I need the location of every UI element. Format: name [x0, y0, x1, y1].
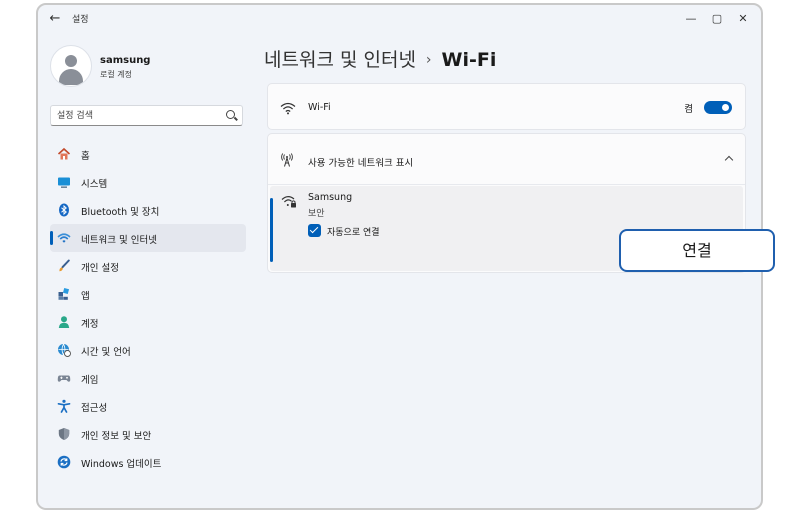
back-arrow-icon[interactable]: ← — [46, 10, 64, 28]
sidebar-item-label: 게임 — [81, 375, 99, 386]
chevron-up-icon[interactable] — [725, 154, 733, 162]
sidebar-item-accessibility[interactable]: 접근성 — [50, 392, 246, 420]
close-button[interactable]: ✕ — [731, 9, 755, 29]
wifi-label: Wi-Fi — [308, 102, 331, 113]
profile-account-type: 로컬 계정 — [100, 70, 132, 79]
minimize-button[interactable]: — — [679, 9, 703, 29]
title-bar: ← 설정 — ▢ ✕ — [38, 5, 761, 33]
sidebar-item-system[interactable]: 시스템 — [50, 168, 246, 196]
wifi-secured-icon — [281, 193, 297, 208]
search-box[interactable] — [50, 105, 243, 126]
breadcrumb-separator: › — [425, 52, 432, 68]
sidebar-item-label: 앱 — [81, 291, 90, 302]
home-icon — [57, 147, 71, 161]
connect-button[interactable]: 연결 — [619, 229, 775, 272]
accessibility-icon — [57, 399, 71, 413]
sidebar-item-label: 접근성 — [81, 403, 108, 414]
maximize-button[interactable]: ▢ — [705, 9, 729, 29]
sidebar-item-time-language[interactable]: 시간 및 언어 — [50, 336, 246, 364]
sidebar-item-label: 개인 정보 및 보안 — [81, 431, 152, 442]
sidebar-item-label: 네트워크 및 인터넷 — [81, 235, 157, 246]
sidebar-item-label: 계정 — [81, 319, 99, 330]
bluetooth-icon — [57, 203, 71, 217]
network-icon — [57, 231, 71, 245]
sidebar-item-apps[interactable]: 앱 — [50, 280, 246, 308]
wifi-toggle-switch[interactable] — [704, 101, 732, 114]
page-title: Wi-Fi — [441, 49, 497, 71]
sidebar-item-label: 홈 — [81, 151, 90, 162]
sidebar-nav: 홈 시스템 Bluetooth 및 장치 네트워크 및 인터넷 개인 설정 앱 … — [50, 140, 246, 476]
avatar-body — [59, 69, 83, 85]
search-input[interactable] — [57, 109, 217, 122]
sidebar-item-label: 시스템 — [81, 179, 108, 190]
avatar — [50, 45, 92, 87]
auto-connect-label[interactable]: 자동으로 연결 — [327, 225, 380, 238]
available-networks-header[interactable]: 사용 가능한 네트워크 표시 — [268, 134, 745, 185]
windows-update-icon — [57, 455, 71, 469]
breadcrumb-parent[interactable]: 네트워크 및 인터넷 — [264, 49, 416, 71]
toggle-knob — [722, 104, 729, 111]
sidebar-item-label: 개인 설정 — [81, 263, 119, 274]
wifi-toggle-card: Wi-Fi 켬 — [267, 83, 746, 130]
sidebar-item-gaming[interactable]: 게임 — [50, 364, 246, 392]
sidebar-item-privacy[interactable]: 개인 정보 및 보안 — [50, 420, 246, 448]
network-security: 보안 — [308, 209, 325, 219]
app-title: 설정 — [72, 15, 89, 25]
network-name: Samsung — [308, 192, 353, 203]
avatar-head — [65, 55, 77, 67]
system-icon — [57, 175, 71, 189]
sidebar-item-personalization[interactable]: 개인 설정 — [50, 252, 246, 280]
gaming-icon — [57, 371, 71, 385]
personalization-icon — [57, 259, 71, 273]
time-language-icon — [57, 343, 71, 357]
wifi-icon — [280, 100, 296, 115]
auto-connect-checkbox[interactable] — [308, 224, 321, 237]
available-networks-label: 사용 가능한 네트워크 표시 — [308, 158, 414, 169]
antenna-icon — [280, 152, 294, 167]
sidebar-item-label: Bluetooth 및 장치 — [81, 207, 160, 218]
privacy-icon — [57, 427, 71, 441]
accounts-icon — [57, 315, 71, 329]
sidebar-item-home[interactable]: 홈 — [50, 140, 246, 168]
sidebar-item-label: 시간 및 언어 — [81, 347, 131, 358]
sidebar-item-accounts[interactable]: 계정 — [50, 308, 246, 336]
apps-icon — [57, 287, 71, 301]
sidebar-item-network[interactable]: 네트워크 및 인터넷 — [50, 224, 246, 252]
breadcrumb: 네트워크 및 인터넷 › Wi-Fi — [264, 45, 496, 72]
search-icon[interactable] — [226, 110, 235, 119]
profile-name: samsung — [100, 55, 151, 66]
sidebar-item-bluetooth[interactable]: Bluetooth 및 장치 — [50, 196, 246, 224]
wifi-toggle-state-label: 켬 — [684, 104, 693, 115]
sidebar-item-label: Windows 업데이트 — [81, 459, 162, 470]
sidebar-item-windows-update[interactable]: Windows 업데이트 — [50, 448, 246, 476]
